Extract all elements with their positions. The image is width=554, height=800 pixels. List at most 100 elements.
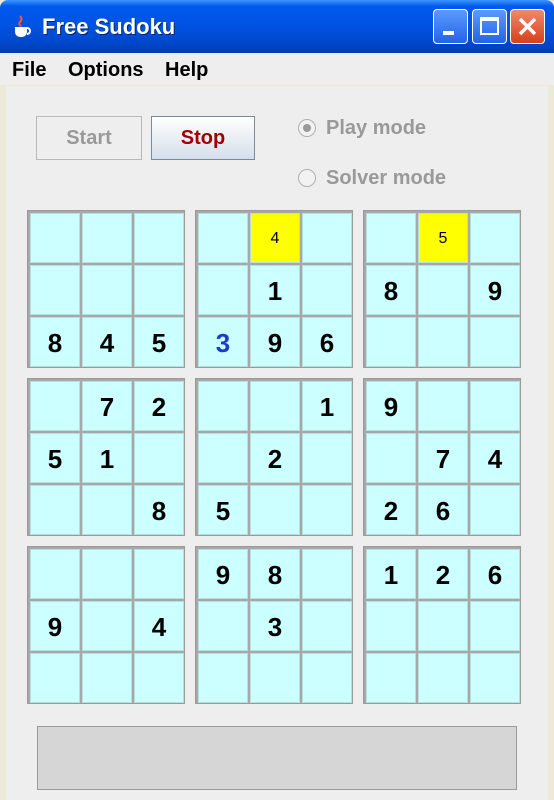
sudoku-cell[interactable]: [418, 601, 468, 651]
sudoku-cell[interactable]: 5: [418, 213, 468, 263]
minimize-icon: [443, 31, 454, 35]
sudoku-cell[interactable]: [250, 485, 300, 535]
sudoku-cell[interactable]: [30, 265, 80, 315]
sudoku-cell[interactable]: 4: [470, 433, 520, 483]
sudoku-cell[interactable]: [134, 653, 184, 703]
sudoku-cell[interactable]: [418, 653, 468, 703]
sudoku-cell[interactable]: [302, 213, 352, 263]
sudoku-cell[interactable]: 9: [250, 317, 300, 367]
sudoku-cell[interactable]: 2: [366, 485, 416, 535]
sudoku-cell[interactable]: [366, 213, 416, 263]
sudoku-box: 845: [27, 210, 185, 368]
sudoku-box: 72 518: [27, 378, 185, 536]
sudoku-cell[interactable]: [82, 653, 132, 703]
sudoku-cell[interactable]: [250, 381, 300, 431]
sudoku-cell[interactable]: [30, 213, 80, 263]
sudoku-cell[interactable]: [366, 317, 416, 367]
sudoku-cell[interactable]: [366, 433, 416, 483]
window-title: Free Sudoku: [42, 14, 176, 39]
main-panel: Start Stop Play mode Solver mode 8454139…: [6, 86, 548, 800]
sudoku-cell[interactable]: [30, 653, 80, 703]
sudoku-cell[interactable]: 1: [302, 381, 352, 431]
sudoku-cell[interactable]: 6: [470, 549, 520, 599]
sudoku-cell[interactable]: 8: [250, 549, 300, 599]
sudoku-cell[interactable]: [198, 265, 248, 315]
sudoku-cell[interactable]: [302, 265, 352, 315]
sudoku-cell[interactable]: 1: [82, 433, 132, 483]
radio-button[interactable]: [298, 169, 316, 187]
sudoku-cell[interactable]: [418, 381, 468, 431]
sudoku-cell[interactable]: [134, 433, 184, 483]
minimize-button[interactable]: [433, 9, 468, 44]
sudoku-cell[interactable]: [30, 549, 80, 599]
sudoku-cell[interactable]: [302, 549, 352, 599]
stop-button[interactable]: Stop: [151, 116, 255, 160]
radio-button[interactable]: [298, 119, 316, 137]
menu-help[interactable]: Help: [165, 59, 208, 82]
sudoku-cell[interactable]: 8: [366, 265, 416, 315]
sudoku-cell[interactable]: [470, 601, 520, 651]
sudoku-cell[interactable]: [134, 265, 184, 315]
sudoku-cell[interactable]: [198, 433, 248, 483]
menu-options[interactable]: Options: [68, 59, 144, 82]
menu-file[interactable]: File: [12, 59, 46, 82]
sudoku-cell[interactable]: [470, 317, 520, 367]
sudoku-cell[interactable]: [198, 601, 248, 651]
sudoku-cell[interactable]: 2: [418, 549, 468, 599]
sudoku-cell[interactable]: [366, 601, 416, 651]
sudoku-cell[interactable]: 3: [250, 601, 300, 651]
sudoku-cell[interactable]: 9: [30, 601, 80, 651]
sudoku-cell[interactable]: [198, 381, 248, 431]
sudoku-cell[interactable]: 8: [134, 485, 184, 535]
sudoku-cell[interactable]: 4: [250, 213, 300, 263]
sudoku-cell[interactable]: [198, 213, 248, 263]
sudoku-cell[interactable]: 9: [470, 265, 520, 315]
sudoku-cell[interactable]: 4: [82, 317, 132, 367]
sudoku-cell[interactable]: 3: [198, 317, 248, 367]
sudoku-cell[interactable]: 4: [134, 601, 184, 651]
sudoku-cell[interactable]: [470, 381, 520, 431]
sudoku-cell[interactable]: [134, 213, 184, 263]
sudoku-cell[interactable]: 9: [366, 381, 416, 431]
sudoku-cell[interactable]: 1: [366, 549, 416, 599]
sudoku-cell[interactable]: [134, 549, 184, 599]
sudoku-cell[interactable]: 8: [30, 317, 80, 367]
maximize-button[interactable]: [472, 9, 507, 44]
close-button[interactable]: [510, 9, 545, 44]
sudoku-cell[interactable]: [302, 653, 352, 703]
sudoku-cell[interactable]: [302, 433, 352, 483]
menu-bar: File Options Help: [0, 53, 554, 85]
sudoku-cell[interactable]: 7: [82, 381, 132, 431]
sudoku-cell[interactable]: [470, 653, 520, 703]
sudoku-cell[interactable]: [82, 549, 132, 599]
sudoku-cell[interactable]: [470, 213, 520, 263]
sudoku-cell[interactable]: 5: [134, 317, 184, 367]
sudoku-cell[interactable]: [366, 653, 416, 703]
sudoku-cell[interactable]: 5: [198, 485, 248, 535]
sudoku-cell[interactable]: [198, 653, 248, 703]
sudoku-cell[interactable]: [82, 485, 132, 535]
sudoku-cell[interactable]: 7: [418, 433, 468, 483]
sudoku-cell[interactable]: 2: [250, 433, 300, 483]
sudoku-cell[interactable]: [30, 381, 80, 431]
sudoku-cell[interactable]: [470, 485, 520, 535]
sudoku-box: 125: [195, 378, 353, 536]
sudoku-cell[interactable]: 6: [418, 485, 468, 535]
sudoku-cell[interactable]: [82, 265, 132, 315]
sudoku-cell[interactable]: [250, 653, 300, 703]
sudoku-cell[interactable]: [82, 213, 132, 263]
sudoku-cell[interactable]: 9: [198, 549, 248, 599]
sudoku-cell[interactable]: 6: [302, 317, 352, 367]
sudoku-cell[interactable]: [302, 485, 352, 535]
sudoku-cell[interactable]: [82, 601, 132, 651]
sudoku-cell[interactable]: 2: [134, 381, 184, 431]
sudoku-cell[interactable]: [302, 601, 352, 651]
sudoku-box: 974 26: [363, 378, 521, 536]
sudoku-cell[interactable]: [418, 265, 468, 315]
sudoku-cell[interactable]: [418, 317, 468, 367]
sudoku-cell[interactable]: 5: [30, 433, 80, 483]
start-button[interactable]: Start: [36, 116, 142, 160]
solver-mode-label: Solver mode: [326, 167, 447, 189]
sudoku-cell[interactable]: [30, 485, 80, 535]
sudoku-cell[interactable]: 1: [250, 265, 300, 315]
